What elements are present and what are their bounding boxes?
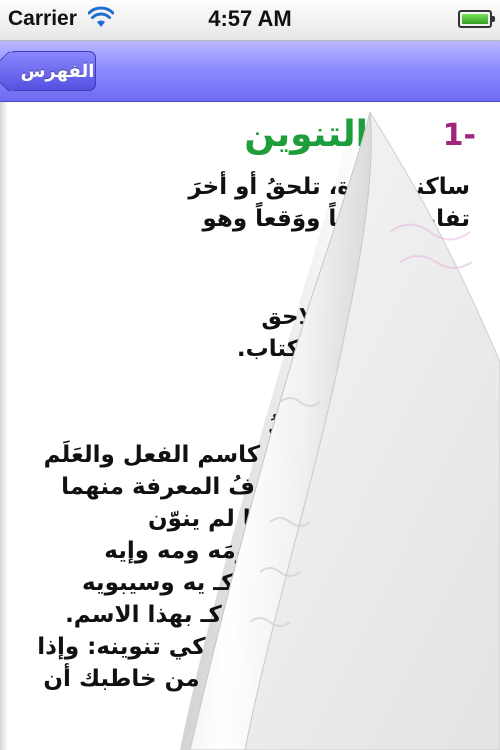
- text-line: نكير: وهو ما يلحقُ: [268, 410, 470, 436]
- navigation-bar: الفهرس: [0, 41, 500, 102]
- text-line: "كتبتُ"، والألف من "كـ يه وسيبويه: [81, 570, 470, 596]
- book-page[interactable]: 1- التنوين ساكنة زائدة، تلحقُ أو أخرَ تف…: [0, 102, 500, 750]
- status-bar: Carrier 4:57 AM: [0, 0, 500, 41]
- text-line: وإذا قلت: [371, 698, 470, 724]
- text-line: صرفة: كرجُلِ وكتاب.: [236, 336, 470, 362]
- text-line: الإسمُ: ما دل على كاسم الفعل والعَلَم: [43, 442, 470, 468]
- text-line: "كتبوا"، أو يقبلَ "ألْ" كـ بهذا الاسم.: [65, 602, 470, 628]
- heading-title: التنوين: [244, 114, 368, 155]
- text-line: وحنظلَة وماء. ة. وما لم ينوّن: [148, 506, 470, 532]
- text-line: تمكين: وهو اللاحق: [261, 304, 470, 330]
- back-button[interactable]: الفهرس: [0, 50, 96, 93]
- text-line: وعلامتهُ أن يصِحّ أن ومَه ومه وإيه: [104, 538, 470, 564]
- back-button-label: الفهرس: [20, 60, 95, 82]
- section-heading: 1- التنوين: [156, 114, 476, 162]
- page-content: 1- التنوين ساكنة زائدة، تلحقُ أو أخرَ تف…: [14, 102, 484, 750]
- battery-level: [462, 14, 488, 24]
- text-line: تفارقُها خطاً ووَقعاً وهو: [202, 206, 470, 232]
- page-edge: [0, 102, 8, 750]
- text-line: ساكنة زائدة، تلحقُ أو أخرَ: [188, 174, 470, 200]
- heading-number: 1-: [442, 118, 476, 153]
- text-line: الصرف" أيضاً.: [313, 368, 470, 394]
- text-line: مُقترن بزمان: ويعرفُ المعرفة منهما: [61, 474, 470, 500]
- text-line: حرف الجر: كاعتمد على من خاطبك أن: [43, 666, 470, 692]
- battery-icon: [458, 10, 495, 28]
- text-line: كفرسٍ، أو حرف النداء: كي تنوينه: وإذا: [37, 634, 470, 660]
- status-time: 4:57 AM: [208, 6, 292, 31]
